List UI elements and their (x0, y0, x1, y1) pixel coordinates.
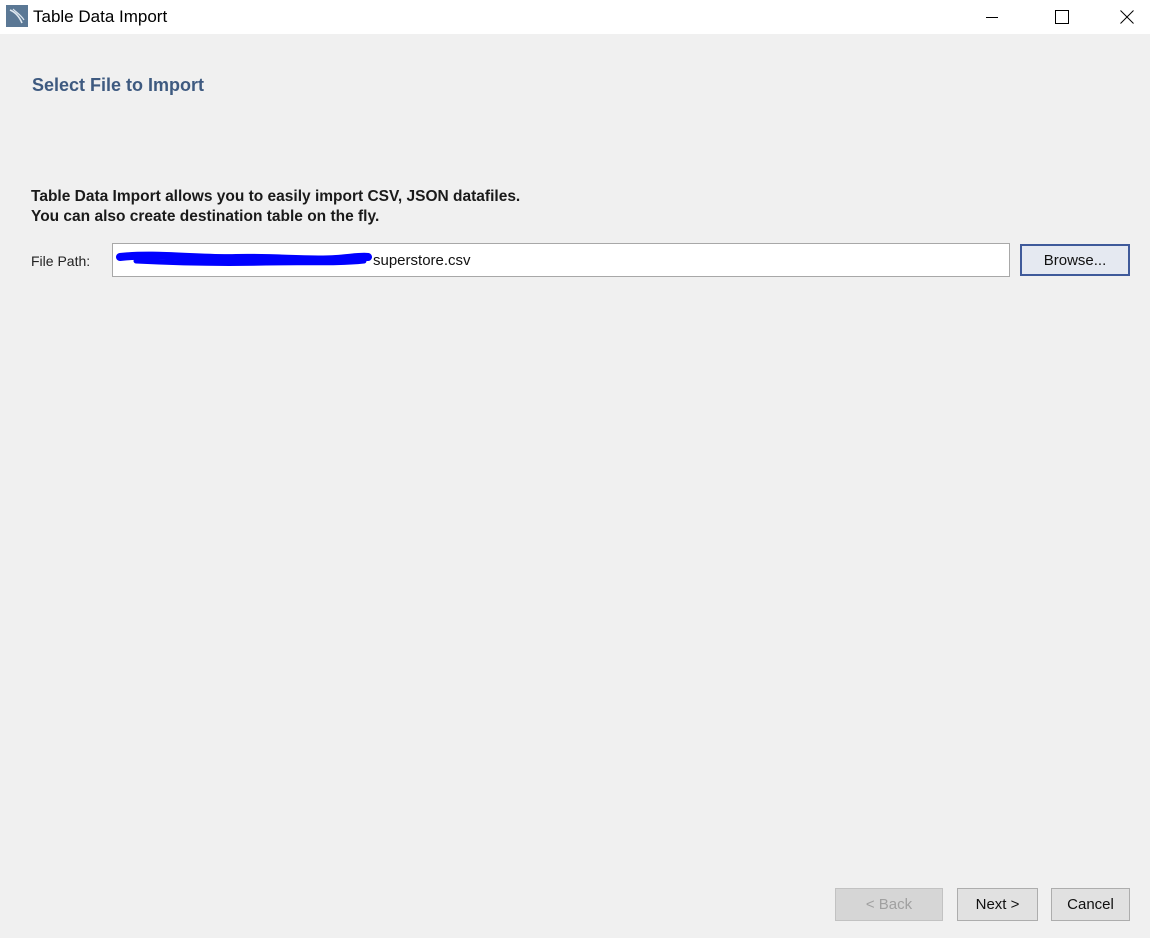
maximize-icon (1055, 10, 1069, 24)
back-button[interactable]: < Back (835, 888, 943, 921)
table-data-import-window: Table Data Import Select File to Import … (0, 0, 1150, 938)
page-heading: Select File to Import (32, 75, 205, 95)
description-line-1: Table Data Import allows you to easily i… (31, 188, 521, 205)
title-bar[interactable]: Table Data Import (0, 0, 1150, 34)
description: Table Data Import allows you to easily i… (31, 187, 520, 227)
close-button[interactable] (1104, 0, 1150, 34)
browse-button[interactable]: Browse... (1020, 244, 1130, 276)
next-button[interactable]: Next > (957, 888, 1038, 921)
description-line-2: You can also create destination table on… (31, 208, 380, 225)
minimize-button[interactable] (964, 0, 1020, 34)
maximize-button[interactable] (1034, 0, 1090, 34)
minimize-icon (986, 17, 998, 18)
window-title: Table Data Import (33, 7, 168, 26)
mysql-workbench-icon (6, 5, 28, 27)
close-icon (1120, 10, 1134, 24)
file-path-input[interactable] (112, 243, 1010, 277)
cancel-button[interactable]: Cancel (1051, 888, 1130, 921)
file-path-label: File Path: (31, 253, 91, 269)
